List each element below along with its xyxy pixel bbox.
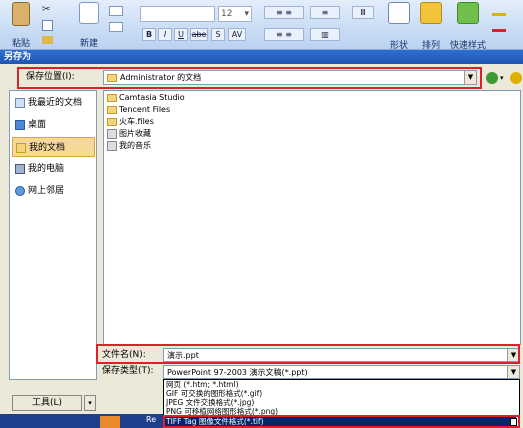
file-name-value: 演示.ppt xyxy=(167,351,199,360)
font-name-combo[interactable] xyxy=(140,6,215,22)
save-type-select[interactable]: PowerPoint 97-2003 演示文稿(*.ppt) ▼ xyxy=(163,365,520,379)
text-direction-button[interactable]: Ⅲ xyxy=(352,6,374,19)
chevron-down-icon: ▾ xyxy=(244,9,249,19)
taskbar-text: Re xyxy=(146,415,157,424)
new-slide-label: 新建 xyxy=(79,39,98,49)
chevron-down-icon[interactable]: ▾ xyxy=(84,395,96,411)
folder-icon xyxy=(107,106,117,114)
tools-button[interactable]: 工具(L) xyxy=(12,395,82,411)
arrange-button[interactable]: 排列 xyxy=(416,2,446,51)
char-spacing-button[interactable]: AV xyxy=(228,28,246,41)
columns-button[interactable]: ▥ xyxy=(310,28,340,41)
font-size-value: 12 xyxy=(221,9,233,19)
file-name: 图片收藏 xyxy=(119,129,151,138)
align-button[interactable]: ≡ ≡ xyxy=(264,28,304,41)
file-name: Tencent Files xyxy=(119,105,171,114)
underline-button[interactable]: U xyxy=(174,28,188,41)
up-folder-icon[interactable] xyxy=(510,72,522,84)
list-item[interactable]: 我的音乐 xyxy=(106,140,151,152)
chevron-down-icon[interactable]: ▼ xyxy=(507,366,519,378)
place-my-computer[interactable]: 我的电脑 xyxy=(12,159,95,179)
save-type-value: PowerPoint 97-2003 演示文稿(*.ppt) xyxy=(167,368,308,377)
quick-styles-icon xyxy=(457,2,479,24)
type-option-selected[interactable]: TIFF Tag 图像文件格式(*.tif) xyxy=(164,417,516,427)
bullets-button[interactable]: ≡ ≡ xyxy=(264,6,304,19)
new-slide-button[interactable]: 新建 xyxy=(74,2,104,49)
folder-icon xyxy=(107,118,117,126)
place-recent-documents[interactable]: 我最近的文档 xyxy=(12,93,95,113)
clipboard-icon xyxy=(12,2,30,26)
my-documents-icon xyxy=(16,143,26,153)
place-label: 网上邻居 xyxy=(28,186,65,196)
place-network[interactable]: 网上邻居 xyxy=(12,181,95,201)
paste-label: 粘贴 xyxy=(11,39,30,49)
scrollbar-thumb[interactable] xyxy=(510,418,517,426)
format-painter-icon[interactable] xyxy=(42,36,53,44)
folder-icon xyxy=(107,74,117,82)
save-type-label: 保存类型(T): xyxy=(102,366,154,376)
type-option[interactable]: PNG 可移植网络图形格式(*.png) xyxy=(166,407,278,417)
places-bar: 我最近的文档 桌面 我的文档 我的电脑 网上邻居 xyxy=(9,90,97,380)
quick-styles-button[interactable]: 快速样式 xyxy=(446,2,490,51)
place-label: 我最近的文档 xyxy=(28,98,83,108)
arrange-icon xyxy=(420,2,442,24)
save-type-dropdown-list[interactable]: 网页 (*.htm; *.html) GIF 可交换的图形格式(*.gif) J… xyxy=(163,379,520,428)
cut-icon[interactable]: ✂ xyxy=(42,4,54,16)
save-in-select[interactable]: Administrator 的文档 ▼ xyxy=(103,70,477,85)
shapes-button[interactable]: 形状 xyxy=(384,2,414,51)
taskbar: Re xyxy=(0,414,163,428)
place-desktop[interactable]: 桌面 xyxy=(12,115,95,135)
file-name-input[interactable]: 演示.ppt ▼ xyxy=(163,348,520,362)
list-item[interactable]: 图片收藏 xyxy=(106,128,151,140)
place-label: 我的文档 xyxy=(29,143,66,153)
file-name-label: 文件名(N): xyxy=(102,350,146,360)
file-name: 我的音乐 xyxy=(119,141,151,150)
italic-button[interactable]: I xyxy=(158,28,172,41)
folder-icon xyxy=(107,94,117,102)
chevron-down-icon[interactable]: ▼ xyxy=(464,71,476,84)
tools-label: 工具(L) xyxy=(31,398,63,408)
pictures-folder-icon xyxy=(107,129,117,139)
file-name: Camtasia Studio xyxy=(119,93,185,102)
bold-button[interactable]: B xyxy=(142,28,156,41)
list-item[interactable]: Camtasia Studio xyxy=(106,92,185,104)
strikethrough-button[interactable]: abe xyxy=(190,28,208,41)
reset-icon[interactable] xyxy=(109,22,123,32)
app-icon[interactable] xyxy=(100,416,120,428)
place-my-documents[interactable]: 我的文档 xyxy=(12,137,95,157)
list-item[interactable]: 火车.files xyxy=(106,116,154,128)
desktop-icon xyxy=(15,120,25,130)
chevron-down-icon[interactable]: ▼ xyxy=(507,349,519,361)
copy-icon[interactable] xyxy=(42,20,53,31)
new-slide-icon xyxy=(79,2,99,24)
recent-docs-icon xyxy=(15,98,25,108)
shape-outline-icon[interactable] xyxy=(492,22,506,32)
music-folder-icon xyxy=(107,141,117,151)
my-computer-icon xyxy=(15,164,25,174)
file-name: 火车.files xyxy=(119,117,154,126)
place-label: 桌面 xyxy=(28,120,47,130)
dialog-title: 另存为 xyxy=(0,50,523,64)
network-icon xyxy=(15,186,25,196)
save-in-label: 保存位置(I): xyxy=(26,72,75,82)
chevron-down-icon[interactable]: ▾ xyxy=(500,74,504,82)
shape-fill-icon[interactable] xyxy=(492,6,506,16)
shadow-button[interactable]: S xyxy=(211,28,225,41)
place-label: 我的电脑 xyxy=(28,164,65,174)
shapes-icon xyxy=(388,2,410,24)
back-icon[interactable] xyxy=(486,72,498,84)
file-list[interactable]: Camtasia Studio Tencent Files 火车.files 图… xyxy=(103,90,521,345)
ribbon-toolbar: 粘贴 ✂ 新建 12 ▾ B I U abe S AV ≡ ≡ ≡ ≡ ≡ ▥ Ⅲ… xyxy=(0,0,523,51)
layout-icon[interactable] xyxy=(109,6,123,16)
list-item[interactable]: Tencent Files xyxy=(106,104,170,116)
font-size-combo[interactable]: 12 ▾ xyxy=(218,6,252,22)
paste-button[interactable]: 粘贴 xyxy=(4,2,38,49)
save-in-value: Administrator 的文档 xyxy=(120,73,202,82)
numbering-button[interactable]: ≡ xyxy=(310,6,340,19)
